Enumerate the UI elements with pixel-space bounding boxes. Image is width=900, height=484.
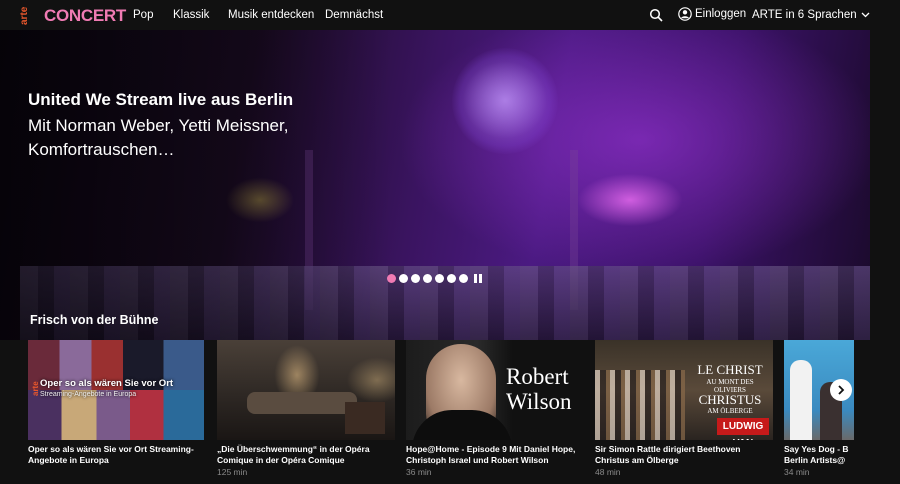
- carousel-pagination: [387, 274, 483, 283]
- nav-item-demnaechst[interactable]: Demnächst: [325, 9, 383, 21]
- video-duration: 125 min: [217, 467, 248, 477]
- carousel-next-button[interactable]: [830, 379, 852, 401]
- carousel-dot[interactable]: [447, 274, 456, 283]
- pause-icon[interactable]: [474, 274, 483, 283]
- video-card[interactable]: arte Oper so als wären Sie vor Ort Strea…: [28, 340, 204, 465]
- svg-text:arte: arte: [19, 6, 30, 25]
- chevron-down-icon: [861, 12, 870, 18]
- video-thumbnail[interactable]: arte Oper so als wären Sie vor Ort Strea…: [28, 340, 204, 440]
- thumbnail-orchestra: [595, 370, 685, 440]
- thumbnail-text: AM ÖLBERGE: [707, 407, 753, 415]
- nav-item-pop[interactable]: Pop: [133, 9, 153, 21]
- language-selector[interactable]: ARTE in 6 Sprachen: [752, 9, 870, 21]
- video-card[interactable]: Say Yes Dog - B Berlin Artists@ 34 min: [784, 340, 854, 477]
- hero-shade: [0, 30, 870, 340]
- concert-brand-logo[interactable]: CONCERT: [44, 6, 126, 26]
- thumbnail-label: LUDWIG VAN: [717, 418, 769, 440]
- video-title[interactable]: Say Yes Dog - B Berlin Artists@: [784, 444, 854, 465]
- video-thumbnail[interactable]: Robert Wilson: [406, 340, 584, 440]
- hero-banner[interactable]: United We Stream live aus Berlin Mit Nor…: [0, 30, 870, 340]
- video-title[interactable]: Sir Simon Rattle dirigiert Beethoven Chr…: [595, 444, 773, 465]
- arte-logo[interactable]: arte: [18, 3, 30, 27]
- arte-logo: arte: [31, 381, 39, 396]
- svg-text:arte: arte: [31, 381, 39, 396]
- video-thumbnail[interactable]: LE CHRIST AU MONT DES OLIVIERS CHRISTUS …: [595, 340, 773, 440]
- carousel-dot[interactable]: [399, 274, 408, 283]
- video-duration: 34 min: [784, 467, 810, 477]
- thumbnail-person: [790, 360, 812, 440]
- thumbnail-overlay-subtitle: Streaming-Angebote in Europa: [40, 391, 137, 398]
- carousel-dot[interactable]: [459, 274, 468, 283]
- carousel-dot[interactable]: [435, 274, 444, 283]
- user-icon: [678, 7, 692, 21]
- nav-item-musik-entdecken[interactable]: Musik entdecken: [228, 9, 314, 21]
- login-button[interactable]: Einloggen: [678, 7, 746, 21]
- hero-title[interactable]: United We Stream live aus Berlin: [28, 90, 293, 110]
- thumbnail-text: CHRISTUS: [698, 392, 762, 407]
- language-label: ARTE in 6 Sprachen: [752, 9, 857, 21]
- video-card[interactable]: Robert Wilson Hope@Home - Episode 9 Mit …: [406, 340, 584, 477]
- chevron-right-icon: [838, 385, 845, 395]
- video-thumbnail[interactable]: [217, 340, 395, 440]
- video-title[interactable]: Oper so als wären Sie vor Ort Streaming-…: [28, 444, 204, 465]
- carousel-dot[interactable]: [387, 274, 396, 283]
- nav-item-klassik[interactable]: Klassik: [173, 9, 209, 21]
- video-title[interactable]: „Die Überschwemmung“ in der Opéra Comiqu…: [217, 444, 395, 465]
- thumbnail-text: LE CHRIST: [697, 362, 763, 377]
- video-title[interactable]: Hope@Home - Episode 9 Mit Daniel Hope, C…: [406, 444, 584, 465]
- thumbnail-scene: [247, 392, 357, 414]
- video-card[interactable]: „Die Überschwemmung“ in der Opéra Comiqu…: [217, 340, 395, 477]
- section-title: Frisch von der Bühne: [30, 313, 159, 327]
- video-duration: 36 min: [406, 467, 432, 477]
- thumbnail-text: Robert Wilson: [506, 364, 572, 414]
- search-icon[interactable]: [649, 8, 663, 22]
- thumbnail-overlay-title: Oper so als wären Sie vor Ort: [40, 378, 174, 389]
- video-card[interactable]: LE CHRIST AU MONT DES OLIVIERS CHRISTUS …: [595, 340, 773, 477]
- hero-subtitle: Mit Norman Weber, Yetti Meissner, Komfor…: [28, 116, 289, 159]
- carousel-dot[interactable]: [411, 274, 420, 283]
- thumbnail-scene: [345, 402, 385, 434]
- video-duration: 48 min: [595, 467, 621, 477]
- carousel-dot[interactable]: [423, 274, 432, 283]
- login-label: Einloggen: [695, 8, 747, 20]
- top-navigation: arte CONCERT Pop Klassik Musik entdecken…: [0, 0, 900, 30]
